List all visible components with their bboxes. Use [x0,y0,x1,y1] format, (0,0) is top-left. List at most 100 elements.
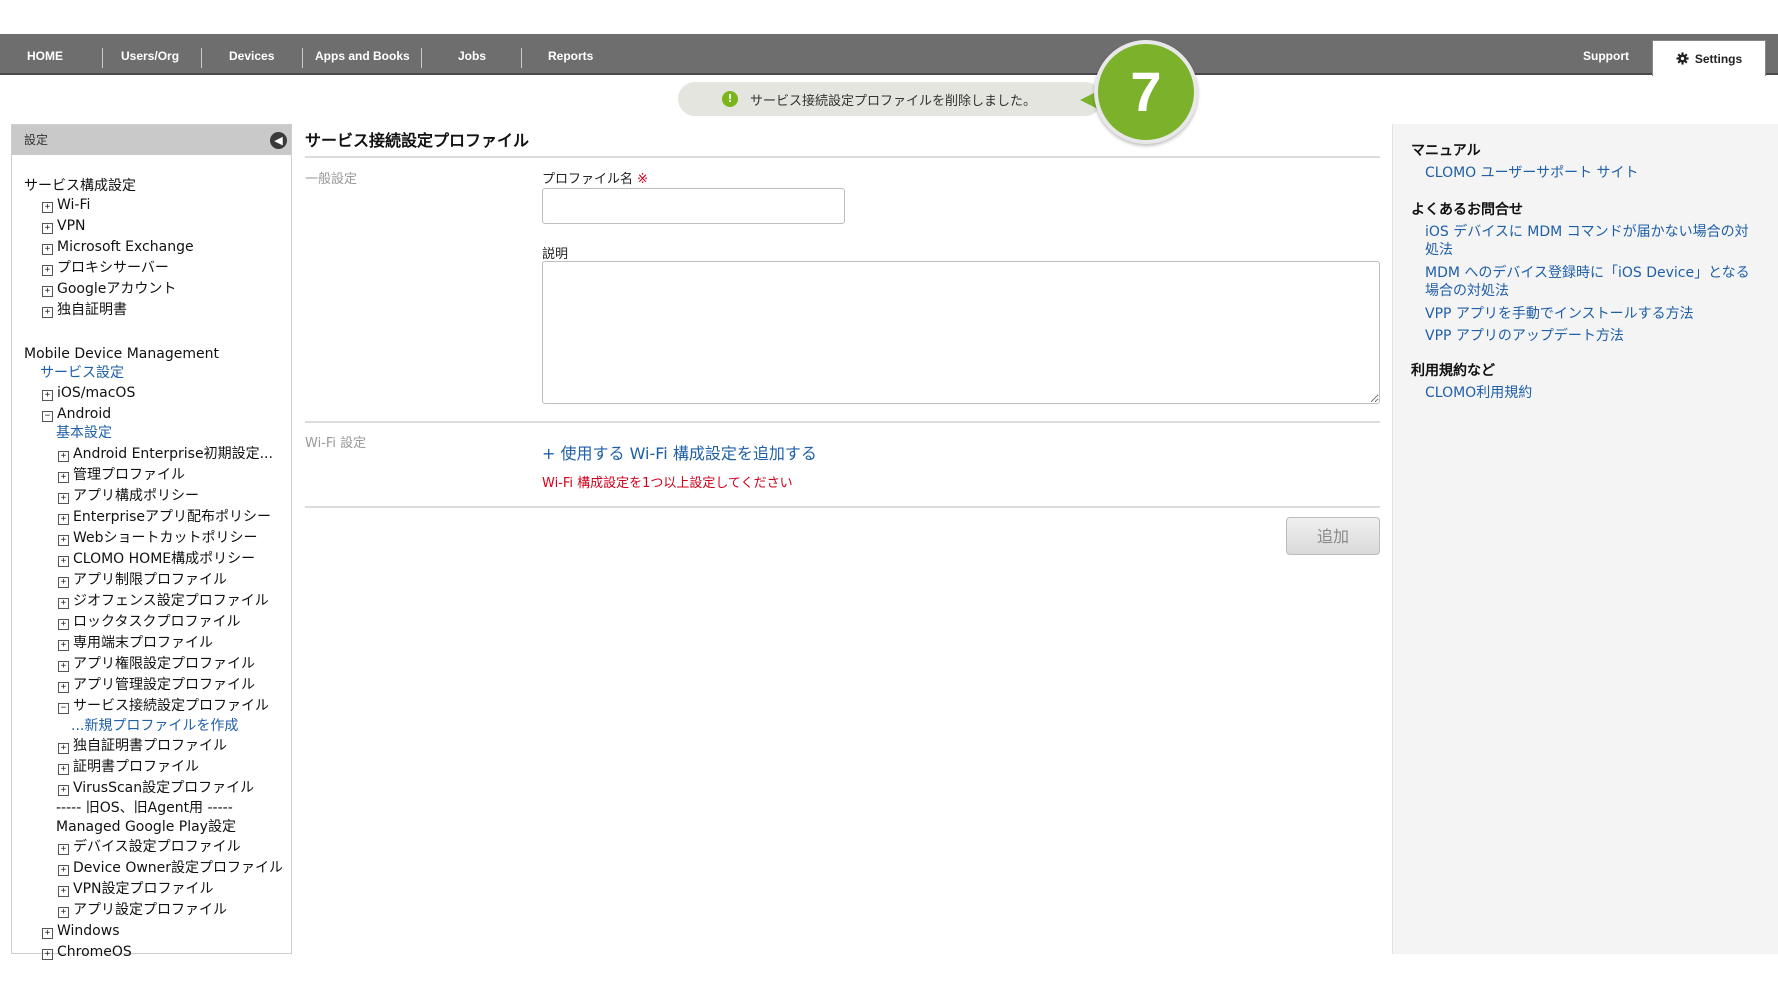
nav-home[interactable]: HOME [27,34,63,73]
sidebar-tree-label: ChromeOS [57,944,132,960]
support-site-link[interactable]: CLOMO ユーザーサポート サイト [1425,164,1755,182]
expand-icon[interactable]: + [58,535,69,546]
expand-icon[interactable]: + [42,307,53,318]
sidebar-tree-label: ジオフェンス設定プロファイル [73,593,269,609]
sidebar-tree-item[interactable]: + アプリ権限設定プロファイル [58,654,255,675]
sidebar-tree-item[interactable]: Mobile Device Management [24,344,219,365]
expand-icon[interactable]: + [42,223,53,234]
sidebar-tree-item[interactable]: + Enterpriseアプリ配布ポリシー [58,507,271,528]
add-button[interactable]: 追加 [1286,517,1380,555]
expand-icon[interactable]: + [58,619,69,630]
expand-icon[interactable]: + [58,514,69,525]
sidebar-tree-item[interactable]: 基本設定 [56,423,112,444]
sidebar-tree-item[interactable]: − サービス接続設定プロファイル [58,696,269,717]
collapse-tree-icon[interactable]: − [42,411,53,422]
step-badge: 7 [1094,40,1198,144]
sidebar-tree-item[interactable]: + 専用端末プロファイル [58,633,213,654]
expand-icon[interactable]: + [58,451,69,462]
sidebar-tree-item[interactable]: + Wi-Fi [42,195,90,216]
expand-icon[interactable]: + [58,493,69,504]
sidebar-tree-item[interactable]: + VPN [42,216,86,237]
expand-icon[interactable]: + [42,390,53,401]
expand-icon[interactable]: + [42,949,53,960]
faq-link[interactable]: MDM へのデバイス登録時に「iOS Device」となる場合の対処法 [1425,264,1755,300]
sidebar-tree-item[interactable]: ...新規プロファイルを作成 [71,716,238,737]
sidebar-tree-item[interactable]: + デバイス設定プロファイル [58,837,241,858]
expand-icon[interactable]: + [42,286,53,297]
sidebar-tree-item[interactable]: − Android [42,404,111,425]
nav-users-org[interactable]: Users/Org [121,34,179,73]
profile-name-input[interactable] [542,188,845,224]
expand-icon[interactable]: + [58,886,69,897]
sidebar-tree-item[interactable]: + Device Owner設定プロファイル [58,858,283,879]
nav-devices[interactable]: Devices [229,34,274,73]
sidebar-tree-item[interactable]: + アプリ制限プロファイル [58,570,227,591]
expand-icon[interactable]: + [58,764,69,775]
sidebar-tree-item[interactable]: + プロキシサーバー [42,258,169,279]
description-textarea[interactable] [542,261,1380,404]
expand-icon[interactable]: + [58,577,69,588]
faq-link[interactable]: iOS デバイスに MDM コマンドが届かない場合の対処法 [1425,223,1755,259]
expand-icon[interactable]: + [58,661,69,672]
sidebar-tree-item[interactable]: + アプリ設定プロファイル [58,900,227,921]
expand-icon[interactable]: + [58,682,69,693]
expand-icon[interactable]: + [58,844,69,855]
nav-divider [302,48,303,68]
expand-icon[interactable]: + [58,907,69,918]
expand-icon[interactable]: + [42,244,53,255]
faq-link[interactable]: VPP アプリのアップデート方法 [1425,327,1755,345]
expand-icon[interactable]: + [42,265,53,276]
expand-icon[interactable]: + [58,640,69,651]
expand-icon[interactable]: + [58,743,69,754]
sidebar-tree-item[interactable]: + ChromeOS [42,942,132,963]
page-title: サービス接続設定プロファイル [305,131,530,150]
faq-link[interactable]: VPP アプリを手動でインストールする方法 [1425,305,1755,323]
notice-message: サービス接続設定プロファイルを削除しました。 [750,93,1037,109]
nav-jobs[interactable]: Jobs [458,34,486,73]
sidebar-header: 設定 ◀ [12,125,291,155]
sidebar-tree-item[interactable]: Managed Google Play設定 [56,817,236,838]
expand-icon[interactable]: + [58,472,69,483]
sidebar-tree-item[interactable]: サービス設定 [40,363,124,384]
sidebar-tree-item[interactable]: + アプリ管理設定プロファイル [58,675,255,696]
sidebar-tree-label: 証明書プロファイル [73,759,199,775]
nav-support[interactable]: Support [1583,34,1629,73]
sidebar-tree-item[interactable]: + VPN設定プロファイル [58,879,214,900]
terms-link[interactable]: CLOMO利用規約 [1425,384,1755,402]
sidebar-tree-item[interactable]: + Googleアカウント [42,279,176,300]
add-wifi-config-link[interactable]: + 使用する Wi-Fi 構成設定を追加する [542,440,817,464]
sidebar-tree-item[interactable]: + 独自証明書 [42,300,127,321]
profile-name-label-text: プロファイル名 [542,172,634,187]
collapse-icon[interactable]: ◀ [270,132,287,149]
expand-icon[interactable]: + [42,202,53,213]
nav-apps-and-books[interactable]: Apps and Books [315,34,410,73]
expand-icon[interactable]: + [58,865,69,876]
sidebar-tree-item[interactable]: + 管理プロファイル [58,465,185,486]
sidebar-tree-item[interactable]: サービス構成設定 [24,176,136,197]
expand-icon[interactable]: + [58,556,69,567]
expand-icon[interactable]: + [58,598,69,609]
expand-icon[interactable]: + [58,785,69,796]
sidebar-tree-label: 独自証明書 [57,302,127,318]
sidebar-tree-label: アプリ設定プロファイル [73,902,227,918]
nav-reports[interactable]: Reports [548,34,593,73]
gear-icon [1676,52,1689,65]
sidebar-tree-label: アプリ管理設定プロファイル [73,677,255,693]
sidebar-tree-item[interactable]: ----- 旧OS、旧Agent用 ----- [56,798,233,819]
sidebar-tree-item[interactable]: + Android Enterprise初期設定... [58,444,273,465]
sidebar-tree-item[interactable]: + ロックタスクプロファイル [58,612,240,633]
sidebar-tree-item[interactable]: + CLOMO HOME構成ポリシー [58,549,255,570]
sidebar-tree-item[interactable]: + 独自証明書プロファイル [58,736,227,757]
sidebar-tree-item[interactable]: + ジオフェンス設定プロファイル [58,591,269,612]
sidebar-tree-item[interactable]: + 証明書プロファイル [58,757,199,778]
sidebar-tree-item[interactable]: + Microsoft Exchange [42,237,194,258]
sidebar-tree-item[interactable]: + Webショートカットポリシー [58,528,258,549]
tab-settings[interactable]: Settings [1652,40,1766,76]
sidebar-tree-item[interactable]: + アプリ構成ポリシー [58,486,199,507]
expand-icon[interactable]: + [42,928,53,939]
sidebar-tree-item[interactable]: + iOS/macOS [42,383,135,404]
settings-sidebar: 設定 ◀ サービス構成設定 + Wi-Fi + VPN + Microsoft Exchan… [11,124,292,960]
collapse-tree-icon[interactable]: − [58,703,69,714]
sidebar-tree-item[interactable]: + Windows [42,921,120,942]
sidebar-tree-item[interactable]: + VirusScan設定プロファイル [58,778,254,799]
